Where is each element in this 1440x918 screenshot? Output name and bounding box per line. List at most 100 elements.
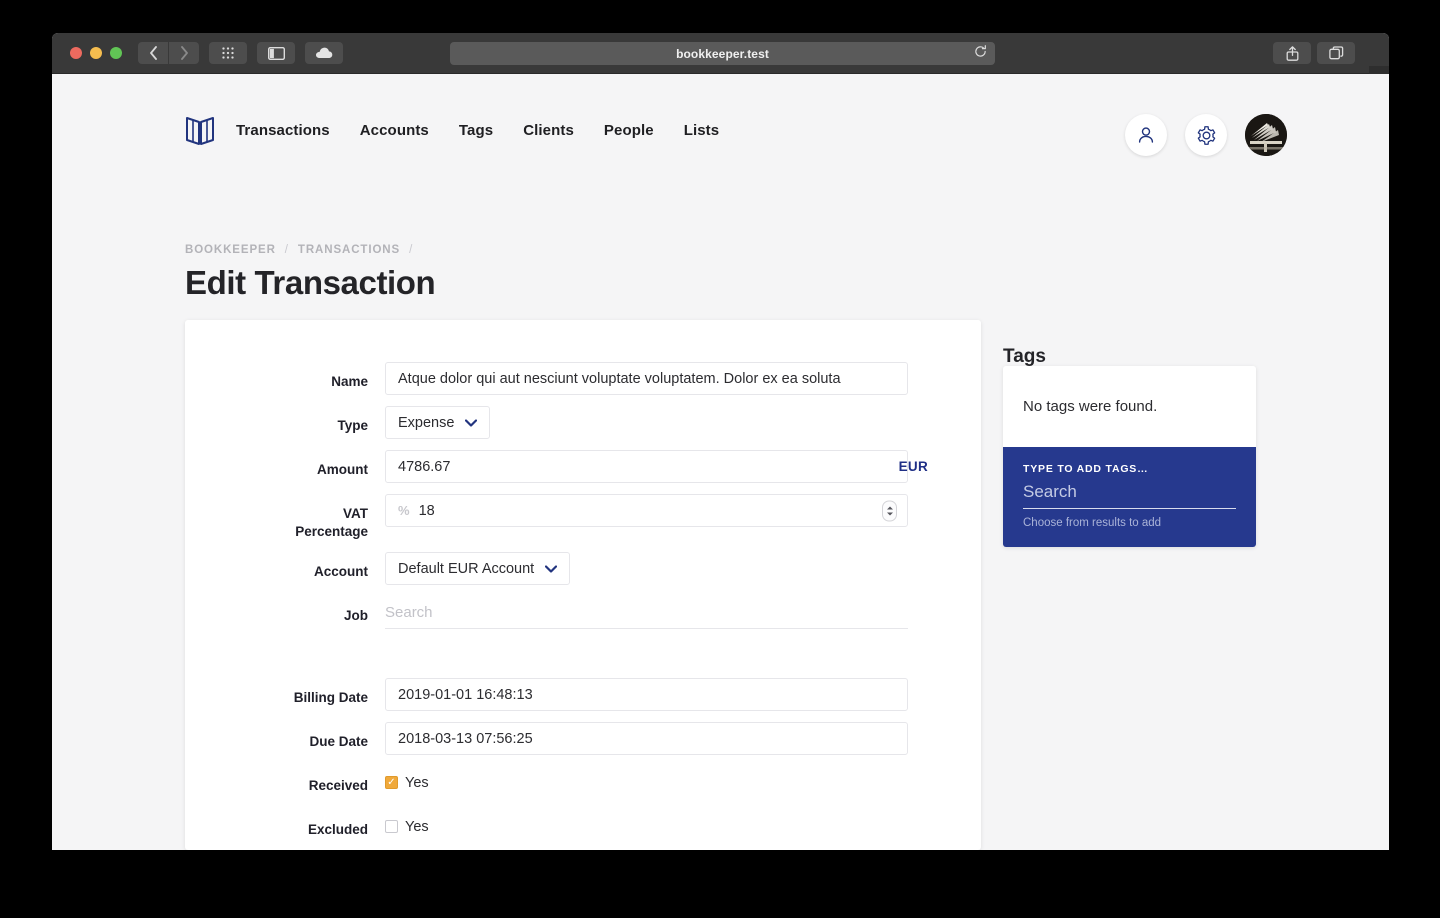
sidebar-toggle-button[interactable]: [257, 42, 295, 64]
settings-button[interactable]: [1185, 114, 1227, 156]
icloud-tabs-button[interactable]: [305, 42, 343, 64]
job-search-input[interactable]: Search: [385, 596, 908, 629]
reload-button[interactable]: [974, 44, 987, 63]
page-title: Edit Transaction: [185, 264, 436, 301]
tags-empty-message: No tags were found.: [1003, 366, 1256, 447]
main-navigation: Transactions Accounts Tags Clients Peopl…: [236, 122, 719, 139]
due-date-value: 2018-03-13 07:56:25: [398, 730, 533, 747]
label-account: Account: [314, 564, 368, 579]
chevron-right-icon: [180, 46, 188, 60]
transaction-form: Name Atque dolor qui aut nesciunt volupt…: [185, 320, 981, 850]
share-button[interactable]: [1273, 42, 1311, 64]
book-logo-icon[interactable]: [185, 114, 215, 146]
sidebar-icon: [267, 46, 285, 60]
field-row-type: Type Expense: [185, 406, 945, 439]
vat-percentage-value: 18: [418, 502, 435, 519]
label-vat-percentage: VAT Percentage: [185, 494, 385, 541]
received-checkbox[interactable]: ✓: [385, 776, 398, 789]
nav-item-lists[interactable]: Lists: [684, 122, 720, 139]
label-billing-date: Billing Date: [293, 690, 368, 705]
new-tab-overview-button[interactable]: [1317, 42, 1355, 64]
excluded-checkbox-label: Yes: [405, 818, 429, 835]
account-select-value: Default EUR Account: [398, 560, 535, 577]
breadcrumb-item-transactions[interactable]: TRANSACTIONS: [298, 244, 400, 256]
chevron-left-icon: [149, 46, 157, 60]
tags-add-label: TYPE TO ADD TAGS…: [1023, 463, 1149, 475]
avatar[interactable]: [1245, 114, 1287, 156]
amount-input[interactable]: 4786.67: [385, 450, 908, 483]
excluded-checkbox-row[interactable]: Yes: [385, 810, 945, 843]
breadcrumb-item-bookkeeper[interactable]: BOOKKEEPER: [185, 244, 276, 256]
type-select-value: Expense: [398, 414, 455, 431]
field-row-billing-date: Billing Date 2019-01-01 16:48:13: [185, 678, 945, 711]
due-date-input[interactable]: 2018-03-13 07:56:25: [385, 722, 908, 755]
stepper-up-icon: [886, 506, 893, 509]
field-row-received: Received ✓ Yes: [185, 766, 945, 799]
job-search-placeholder: Search: [385, 603, 433, 621]
share-icon: [1286, 45, 1298, 61]
back-button[interactable]: [138, 42, 168, 64]
name-input-value: Atque dolor qui aut nesciunt voluptate v…: [398, 370, 841, 387]
breadcrumb: BOOKKEEPER / TRANSACTIONS /: [185, 244, 413, 256]
show-all-tabs-button[interactable]: [209, 42, 247, 64]
account-select[interactable]: Default EUR Account: [385, 552, 571, 585]
label-type: Type: [337, 418, 368, 433]
reload-icon: [975, 44, 986, 57]
tags-add-section: TYPE TO ADD TAGS… Search Choose from res…: [1003, 447, 1256, 547]
tabs-icon: [1328, 46, 1343, 60]
gear-icon: [1197, 125, 1215, 145]
navigation-buttons: [138, 42, 199, 64]
browser-window: bookkeeper.test Transactions Accounts Ta…: [52, 33, 1389, 850]
label-job: Job: [343, 608, 368, 623]
icloud-group: [305, 42, 343, 64]
nav-item-clients[interactable]: Clients: [523, 122, 574, 139]
received-checkbox-label: Yes: [405, 774, 429, 791]
label-amount: Amount: [317, 462, 368, 477]
name-input[interactable]: Atque dolor qui aut nesciunt voluptate v…: [385, 362, 908, 395]
transaction-form-card: Name Atque dolor qui aut nesciunt volupt…: [185, 320, 981, 850]
screen: bookkeeper.test Transactions Accounts Ta…: [0, 0, 1440, 918]
excluded-checkbox[interactable]: [385, 820, 398, 833]
field-row-account: Account Default EUR Account: [185, 552, 945, 585]
label-excluded: Excluded: [307, 822, 368, 837]
cloud-icon: [316, 47, 333, 58]
label-received: Received: [308, 778, 368, 793]
tags-hint-text: Choose from results to add: [1023, 517, 1162, 529]
label-vat-line1: VAT: [343, 506, 368, 521]
header-actions: [1125, 114, 1287, 156]
percent-icon: %: [398, 503, 410, 518]
nav-item-tags[interactable]: Tags: [459, 122, 493, 139]
vat-percentage-input[interactable]: % 18: [385, 494, 908, 527]
chevron-down-icon: [465, 418, 478, 427]
nav-item-people[interactable]: People: [604, 122, 654, 139]
vat-number-stepper[interactable]: [882, 500, 897, 521]
type-select[interactable]: Expense: [385, 406, 491, 439]
tags-heading: Tags: [1003, 346, 1046, 367]
toolbar-right-buttons: [1273, 42, 1355, 64]
user-avatar-image: [1245, 114, 1287, 156]
breadcrumb-separator-2: /: [409, 244, 414, 256]
minimize-window-button[interactable]: [90, 47, 102, 59]
checkmark-icon: ✓: [387, 776, 396, 788]
forward-button[interactable]: [169, 42, 199, 64]
close-window-button[interactable]: [70, 47, 82, 59]
address-bar[interactable]: bookkeeper.test: [450, 42, 995, 65]
person-icon: [1138, 127, 1154, 143]
sidebar-toggle-group: [257, 42, 295, 64]
field-row-amount: Amount 4786.67 EUR: [185, 450, 945, 483]
nav-item-transactions[interactable]: Transactions: [236, 122, 330, 139]
maximize-window-button[interactable]: [110, 47, 122, 59]
toolbar-buttons: [209, 42, 247, 64]
received-checkbox-row[interactable]: ✓ Yes: [385, 766, 945, 799]
tags-search-input[interactable]: Search: [1023, 482, 1236, 509]
window-controls: [70, 47, 122, 59]
app-page: Transactions Accounts Tags Clients Peopl…: [52, 74, 1389, 850]
label-name: Name: [331, 374, 368, 389]
profile-button[interactable]: [1125, 114, 1167, 156]
label-due-date: Due Date: [309, 734, 368, 749]
billing-date-input[interactable]: 2019-01-01 16:48:13: [385, 678, 908, 711]
browser-titlebar: bookkeeper.test: [52, 33, 1389, 94]
field-row-vat: VAT Percentage % 18: [185, 494, 945, 541]
amount-currency-label: EUR: [898, 459, 928, 474]
nav-item-accounts[interactable]: Accounts: [360, 122, 429, 139]
